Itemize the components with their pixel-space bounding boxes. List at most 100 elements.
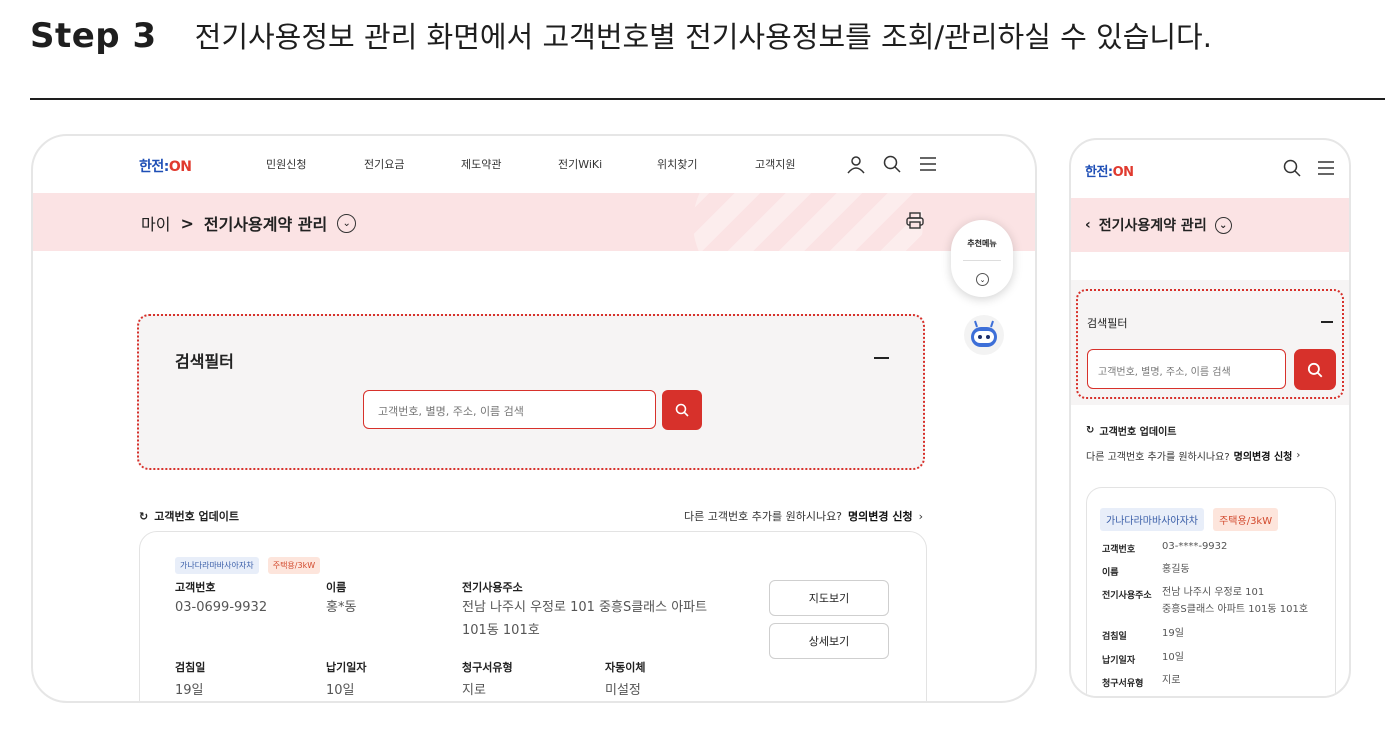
recommend-menu-label: 추천메뉴 <box>967 239 997 248</box>
kepco-on-logo[interactable]: 한전:ON <box>139 156 192 176</box>
mobile-filter-area: 검색필터 고객번호, 별명, 주소, 이름 검색 <box>1071 280 1349 405</box>
mobile-page-title: 전기사용계약 관리 <box>1098 218 1207 234</box>
label-due-day: 납기일자 <box>1102 656 1136 666</box>
mobile-request-text: 다른 고객번호 추가를 원하시나요? <box>1086 452 1230 463</box>
divider <box>30 98 1385 100</box>
chevron-right-icon: › <box>918 509 923 523</box>
nav-item-terms[interactable]: 제도약관 <box>461 156 501 172</box>
value-name: 홍*동 <box>326 600 357 615</box>
recommend-menu[interactable]: 추천메뉴 ⌄ <box>951 220 1013 297</box>
chevron-down-icon[interactable]: ⌄ <box>1214 216 1232 234</box>
nav-item-location[interactable]: 위치찾기 <box>657 156 697 172</box>
value-address-line1: 전남 나주시 우정로 101 <box>1162 587 1265 598</box>
label-name: 이름 <box>1102 568 1119 578</box>
value-address-line2: 중흥S클래스 아파트 101동 101호 <box>1162 604 1309 615</box>
back-icon[interactable]: ‹ <box>1085 217 1091 233</box>
mobile-ownership-change-link[interactable]: 명의변경 신청 <box>1234 448 1293 463</box>
label-meter-day: 검침일 <box>1102 632 1127 642</box>
label-due-day: 납기일자 <box>326 661 367 674</box>
desktop-nav: 한전:ON 민원신청 전기요금 제도약관 전기WiKi 위치찾기 고객지원 <box>33 136 1035 193</box>
search-icon[interactable] <box>1281 158 1303 178</box>
collapse-icon[interactable] <box>874 357 889 359</box>
value-address-line2: 101동 101호 <box>462 623 540 638</box>
page-title: 전기사용계약 관리 <box>203 215 328 234</box>
search-icon <box>675 403 689 417</box>
chevron-down-icon[interactable]: ⌄ <box>976 273 989 286</box>
menu-icon[interactable] <box>1315 158 1337 178</box>
mobile-card-tags: 가나다라마바사아자차 주택용/3kW <box>1100 508 1282 531</box>
map-view-button[interactable]: 지도보기 <box>769 580 889 616</box>
step-header: Step 3 전기사용정보 관리 화면에서 고객번호별 전기사용정보를 조회/관… <box>30 14 1212 56</box>
refresh-icon: ↻ <box>1086 425 1095 436</box>
label-address: 전기사용주소 <box>462 581 523 594</box>
nickname-tag: 가나다라마바사아자차 <box>175 557 259 574</box>
mobile-search-input[interactable]: 고객번호, 별명, 주소, 이름 검색 <box>1087 349 1286 389</box>
banner-decoration <box>693 193 923 251</box>
search-button[interactable] <box>662 390 702 430</box>
kepco-on-logo[interactable]: 한전:ON <box>1085 161 1134 180</box>
mobile-nav-icons <box>1281 158 1337 178</box>
breadcrumb-parent[interactable]: 마이 <box>141 211 170 235</box>
step-label: Step 3 <box>30 16 157 56</box>
mobile-ownership-change-row: 다른 고객번호 추가를 원하시나요? 명의변경 신청 › <box>1086 448 1300 463</box>
breadcrumb: 마이 > 전기사용계약 관리 ⌄ <box>141 211 357 235</box>
label-customer-no: 고객번호 <box>175 581 216 594</box>
mobile-filter-title: 검색필터 <box>1087 317 1128 330</box>
value-bill-type: 지로 <box>1162 675 1181 686</box>
print-icon[interactable] <box>905 211 925 231</box>
search-input[interactable]: 고객번호, 별명, 주소, 이름 검색 <box>363 390 656 429</box>
collapse-icon[interactable] <box>1321 321 1333 323</box>
user-icon[interactable] <box>845 154 867 174</box>
label-bill-type: 청구서유형 <box>462 661 513 674</box>
ownership-change-link[interactable]: 명의변경 신청 <box>848 508 913 524</box>
customer-card: 가나다라마바사아자차 주택용/3kW 고객번호 03-0699-9932 이름 … <box>139 531 927 701</box>
value-bill-type: 지로 <box>462 683 486 698</box>
refresh-icon: ↻ <box>139 509 149 523</box>
value-meter-day: 19일 <box>1162 628 1184 639</box>
mobile-search-filter-panel: 검색필터 고객번호, 별명, 주소, 이름 검색 <box>1076 289 1344 399</box>
step-description: 전기사용정보 관리 화면에서 고객번호별 전기사용정보를 조회/관리하실 수 있… <box>194 20 1212 54</box>
value-due-day: 10일 <box>326 683 355 698</box>
mobile-update-label: 고객번호 업데이트 <box>1099 427 1177 438</box>
label-address: 전기사용주소 <box>1102 591 1152 601</box>
nav-item-civil-request[interactable]: 민원신청 <box>266 156 306 172</box>
page-banner: 마이 > 전기사용계약 관리 ⌄ <box>33 193 1035 251</box>
mobile-customer-update-button[interactable]: ↻ 고객번호 업데이트 <box>1086 423 1176 438</box>
search-icon <box>1307 362 1323 377</box>
update-label: 고객번호 업데이트 <box>154 510 240 523</box>
label-bill-type: 청구서유형 <box>1102 679 1144 689</box>
card-tags: 가나다라마바사아자차 주택용/3kW <box>175 553 324 574</box>
mobile-breadcrumb: ‹ 전기사용계약 관리 ⌄ <box>1085 215 1232 235</box>
desktop-screen: 한전:ON 민원신청 전기요금 제도약관 전기WiKi 위치찾기 고객지원 마이… <box>31 134 1037 703</box>
value-auto-pay: 미설정 <box>605 683 641 698</box>
recommend-menu-divider <box>963 260 1001 261</box>
chatbot-icon[interactable] <box>963 314 1005 356</box>
value-customer-no: 03-0699-9932 <box>175 600 268 615</box>
value-name: 홍길동 <box>1162 564 1190 575</box>
ownership-change-row: 다른 고객번호 추가를 원하시나요? 명의변경 신청 › <box>684 508 923 524</box>
nav-item-support[interactable]: 고객지원 <box>755 156 795 172</box>
label-customer-no: 고객번호 <box>1102 545 1136 555</box>
customer-update-button[interactable]: ↻ 고객번호 업데이트 <box>139 508 239 524</box>
value-due-day: 10일 <box>1162 652 1184 663</box>
search-filter-panel: 검색필터 고객번호, 별명, 주소, 이름 검색 <box>137 314 925 470</box>
contract-type-tag: 주택용/3kW <box>1213 508 1279 531</box>
label-meter-day: 검침일 <box>175 661 206 674</box>
label-name: 이름 <box>326 581 347 594</box>
nav-item-wiki[interactable]: 전기WiKi <box>558 156 602 172</box>
nav-icons <box>845 154 939 174</box>
nav-item-electricity-rate[interactable]: 전기요금 <box>364 156 404 172</box>
mobile-search-button[interactable] <box>1294 349 1336 390</box>
value-address-line1: 전남 나주시 우정로 101 중흥S클래스 아파트 <box>462 600 708 615</box>
menu-icon[interactable] <box>917 154 939 174</box>
chevron-down-icon[interactable]: ⌄ <box>337 213 357 233</box>
mobile-customer-card: 가나다라마바사아자차 주택용/3kW 고객번호 03-****-9932 이름 … <box>1086 487 1336 696</box>
breadcrumb-separator: > <box>180 213 194 233</box>
mobile-screen: 한전:ON ‹ 전기사용계약 관리 ⌄ 검색필터 고객번호, 별명, 주소, 이… <box>1069 138 1351 698</box>
chevron-right-icon: › <box>1296 450 1301 461</box>
mobile-banner: ‹ 전기사용계약 관리 ⌄ <box>1071 198 1349 252</box>
detail-view-button[interactable]: 상세보기 <box>769 623 889 659</box>
request-text: 다른 고객번호 추가를 원하시나요? <box>684 510 843 523</box>
filter-title: 검색필터 <box>175 352 234 371</box>
search-icon[interactable] <box>881 154 903 174</box>
